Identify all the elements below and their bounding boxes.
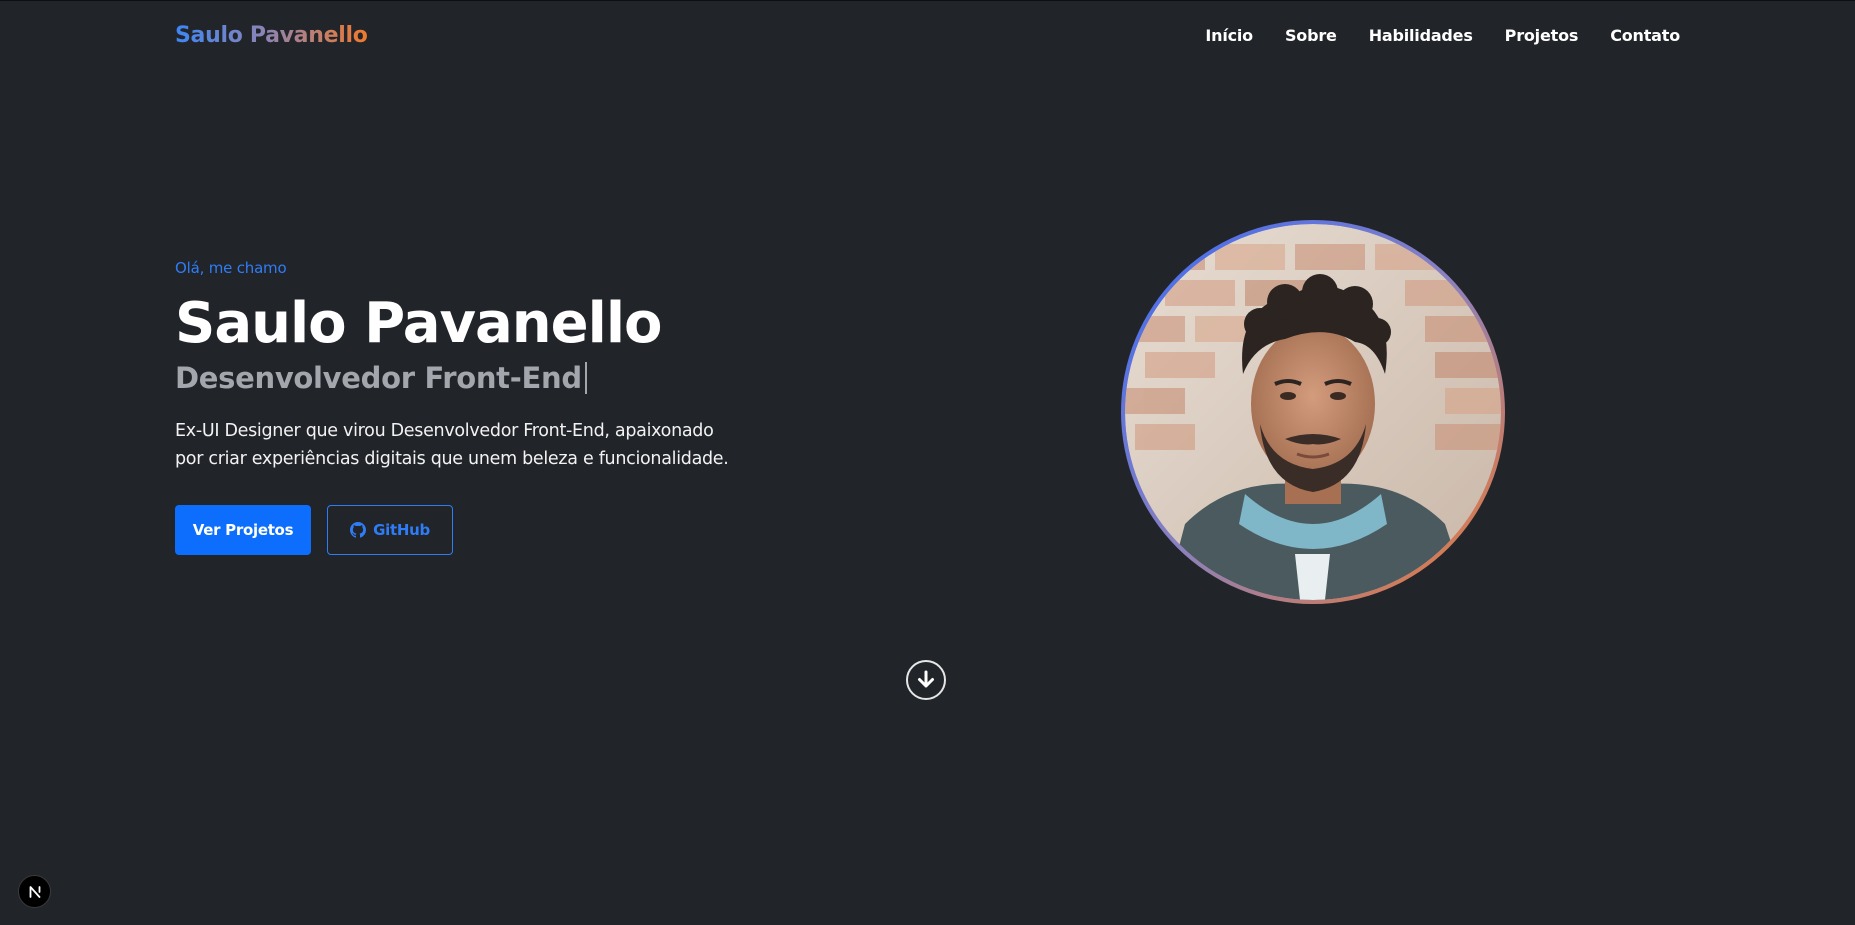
nav-link-projetos[interactable]: Projetos bbox=[1505, 26, 1579, 45]
hero-description: Ex-UI Designer que virou Desenvolvedor F… bbox=[175, 420, 729, 469]
nav-links: Início Sobre Habilidades Projetos Contat… bbox=[1205, 26, 1680, 45]
nav-link-habilidades[interactable]: Habilidades bbox=[1369, 26, 1473, 45]
hero-role-text: Desenvolvedor Front-End bbox=[175, 360, 582, 395]
nav-link-contato[interactable]: Contato bbox=[1610, 26, 1680, 45]
brand-logo[interactable]: Saulo Pavanello bbox=[175, 23, 368, 48]
typing-cursor bbox=[584, 361, 587, 394]
nav-link-sobre[interactable]: Sobre bbox=[1285, 26, 1337, 45]
profile-photo bbox=[1125, 224, 1501, 600]
nav-link-inicio[interactable]: Início bbox=[1205, 26, 1253, 45]
github-button-label: GitHub bbox=[373, 520, 430, 539]
view-projects-button[interactable]: Ver Projetos bbox=[175, 504, 311, 555]
hero-section: Olá, me chamo Saulo Pavanello Desenvolve… bbox=[175, 259, 755, 555]
github-button[interactable]: GitHub bbox=[327, 504, 453, 555]
avatar-frame bbox=[1121, 220, 1505, 604]
scroll-down-button[interactable] bbox=[906, 660, 946, 700]
nextjs-dev-badge[interactable] bbox=[18, 875, 51, 908]
github-icon bbox=[350, 521, 367, 538]
nextjs-icon bbox=[29, 885, 40, 898]
hero-actions: Ver Projetos GitHub bbox=[175, 504, 755, 555]
hero-name: Saulo Pavanello bbox=[175, 291, 662, 356]
page: Saulo Pavanello Início Sobre Habilidades… bbox=[0, 0, 1855, 925]
arrow-down-icon bbox=[918, 670, 934, 688]
navbar: Saulo Pavanello Início Sobre Habilidades… bbox=[175, 1, 1680, 69]
hero-greeting: Olá, me chamo bbox=[175, 259, 287, 277]
hero-role: Desenvolvedor Front-End bbox=[175, 361, 755, 395]
